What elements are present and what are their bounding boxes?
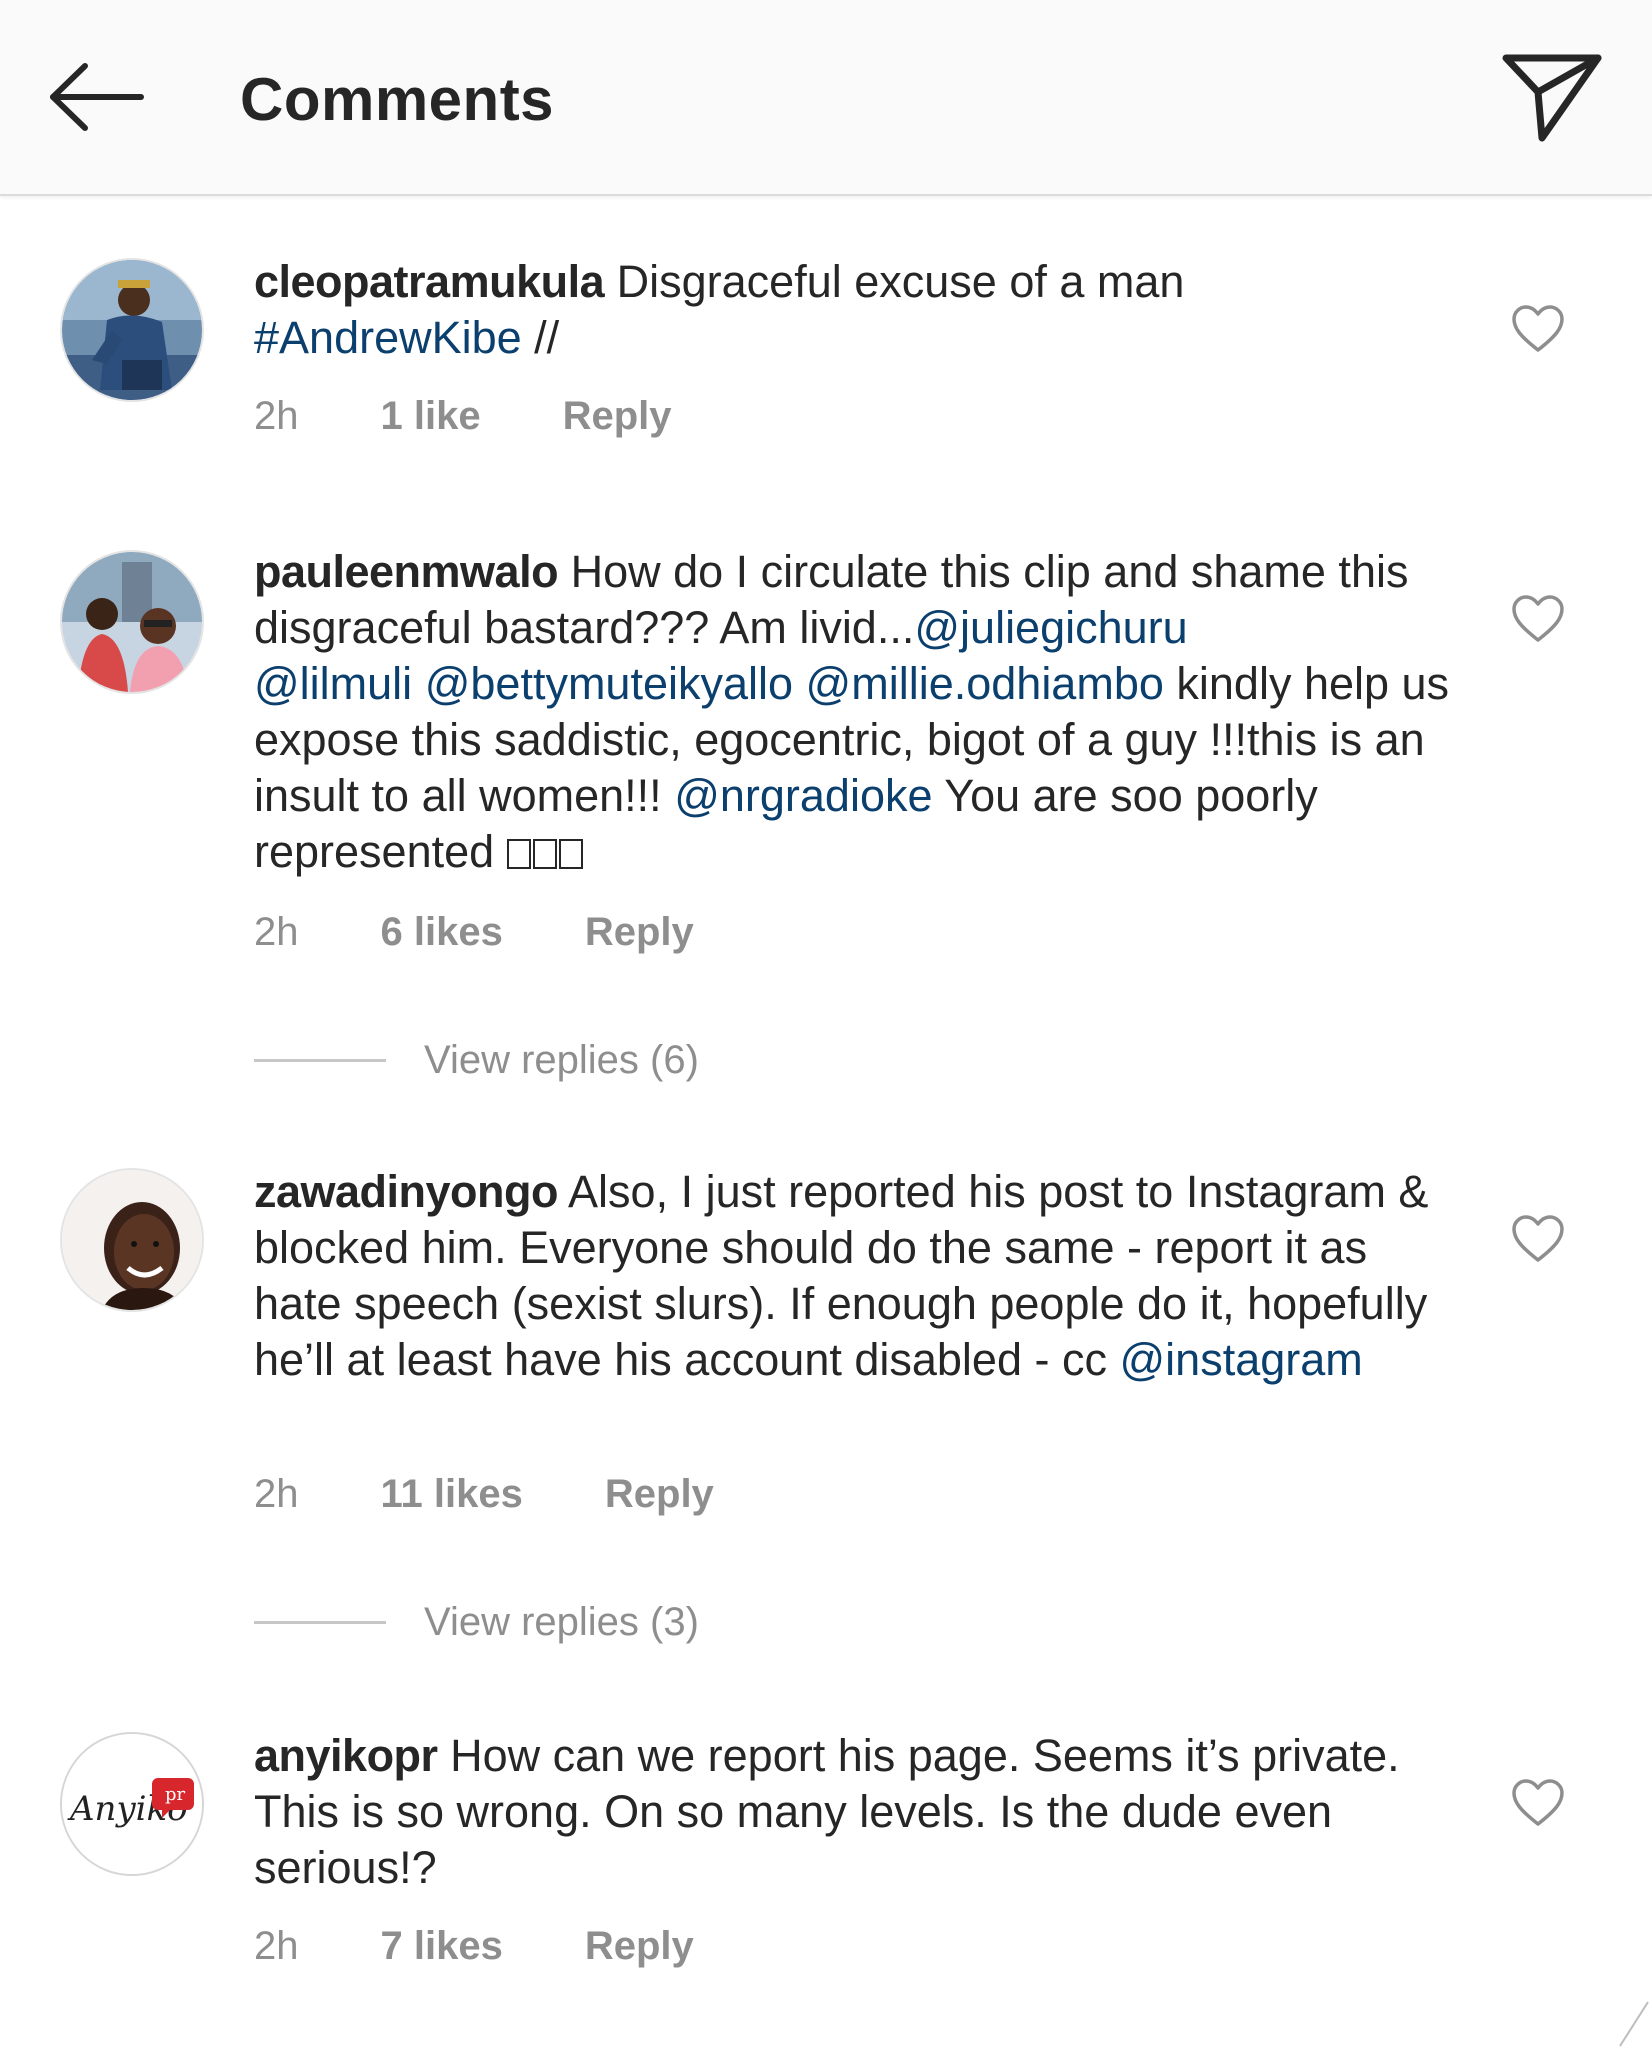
comment-time: 2h	[254, 1472, 299, 1516]
comment-text: cleopatramukula Disgraceful excuse of a …	[254, 254, 1454, 366]
hashtag-link[interactable]: #AndrewKibe	[254, 312, 522, 363]
heart-icon[interactable]	[1510, 1214, 1566, 1264]
mention-link[interactable]: @instagram	[1119, 1334, 1362, 1385]
comments-screen: Comments cleopatramukula Disgraceful exc…	[0, 0, 1652, 2048]
avatar[interactable]	[60, 550, 204, 694]
comment-meta: 2h 1 like Reply	[254, 388, 672, 444]
avatar[interactable]	[60, 258, 204, 402]
reply-button[interactable]: Reply	[563, 388, 672, 444]
comment-text: anyikopr How can we report his page. See…	[254, 1728, 1454, 1896]
mention-link[interactable]: @millie.odhiambo	[806, 658, 1164, 709]
replies-divider	[254, 1058, 386, 1062]
comment-time: 2h	[254, 910, 299, 954]
likes-count[interactable]: 7 likes	[381, 1918, 503, 1974]
comment-username[interactable]: cleopatramukula	[254, 256, 605, 307]
mention-link[interactable]: @juliegichuru	[914, 602, 1187, 653]
heart-icon[interactable]	[1510, 594, 1566, 644]
scroll-indicator	[1619, 2001, 1649, 2047]
replies-divider	[254, 1620, 386, 1624]
heart-icon[interactable]	[1510, 304, 1566, 354]
back-button[interactable]	[40, 52, 150, 142]
share-button[interactable]	[1492, 46, 1612, 150]
emoji-placeholder	[506, 826, 585, 877]
comment-text: zawadinyongo Also, I just reported his p…	[254, 1164, 1454, 1388]
avatar[interactable]	[60, 1168, 204, 1312]
header-bar: Comments	[0, 0, 1652, 196]
reply-button[interactable]: Reply	[585, 1918, 694, 1974]
comment-username[interactable]: anyikopr	[254, 1730, 438, 1781]
comment-text-segment: Disgraceful excuse of a man	[604, 256, 1185, 307]
likes-count[interactable]: 6 likes	[381, 904, 503, 960]
paper-plane-icon	[1502, 54, 1602, 142]
comment-time: 2h	[254, 394, 299, 438]
view-replies-button[interactable]: View replies (3)	[254, 1592, 699, 1652]
comment-meta: 2h 11 likes Reply	[254, 1466, 714, 1522]
anyiko-logo: Anyiko pr	[62, 1734, 202, 1874]
heart-icon[interactable]	[1510, 1778, 1566, 1828]
page-title: Comments	[240, 66, 555, 133]
view-replies-button[interactable]: View replies (6)	[254, 1030, 699, 1090]
mention-link[interactable]: @lilmuli	[254, 658, 412, 709]
avatar[interactable]: Anyiko pr	[60, 1732, 204, 1876]
comment-username[interactable]: pauleenmwalo	[254, 546, 559, 597]
comment-meta: 2h 6 likes Reply	[254, 904, 694, 960]
reply-button[interactable]: Reply	[605, 1466, 714, 1522]
mention-link[interactable]: @bettymuteikyallo	[425, 658, 793, 709]
comment-username[interactable]: zawadinyongo	[254, 1166, 559, 1217]
view-replies-label: View replies (6)	[424, 1037, 699, 1082]
svg-text:pr: pr	[165, 1784, 186, 1805]
comment-time: 2h	[254, 1924, 299, 1968]
mention-link[interactable]: @nrgradioke	[674, 770, 932, 821]
likes-count[interactable]: 11 likes	[381, 1466, 523, 1522]
comment-meta: 2h 7 likes Reply	[254, 1918, 694, 1974]
comment-text-segment: //	[521, 312, 560, 363]
reply-button[interactable]: Reply	[585, 904, 694, 960]
likes-count[interactable]: 1 like	[381, 388, 481, 444]
view-replies-label: View replies (3)	[424, 1599, 699, 1644]
comment-text: pauleenmwalo How do I circulate this cli…	[254, 544, 1454, 880]
arrow-left-icon	[50, 63, 144, 131]
